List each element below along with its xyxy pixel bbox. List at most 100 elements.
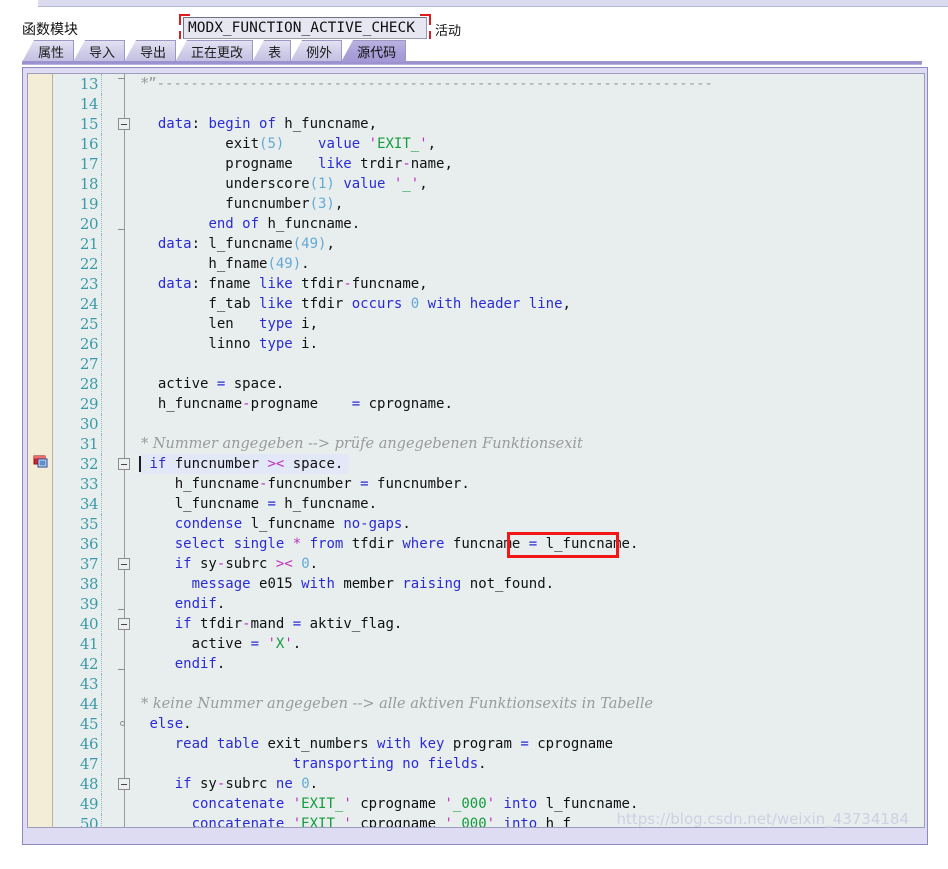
tab-bar: 属性 导入 导出 正在更改 表 例外 源代码 <box>0 39 948 65</box>
code-line[interactable]: 16 exit(5) value 'EXIT_', <box>28 134 924 154</box>
code-text[interactable]: data: begin of h_funcname, <box>141 114 383 134</box>
code-text[interactable]: endif. <box>141 594 231 614</box>
tab-label: 表 <box>268 46 282 61</box>
code-lines-container[interactable]: 13 *”------------------------------------… <box>28 74 924 827</box>
code-line[interactable]: 21 data: l_funcname(49), <box>28 234 924 254</box>
code-line[interactable]: 20 end of h_funcname. <box>28 214 924 234</box>
code-line[interactable]: 14 <box>28 94 924 114</box>
code-text[interactable]: else. <box>141 714 198 734</box>
code-line[interactable]: 48 if sy-subrc ne 0. <box>28 774 924 794</box>
code-line[interactable]: 37 if sy-subrc >< 0. <box>28 554 924 574</box>
code-line[interactable]: 35 condense l_funcname no-gaps. <box>28 514 924 534</box>
code-line[interactable]: 33 h_funcname-funcnumber = funcnumber. <box>28 474 924 494</box>
code-text[interactable] <box>141 94 155 114</box>
header-row: 函数模块 活动 <box>0 7 948 42</box>
code-text[interactable]: transporting no fields. <box>141 754 493 774</box>
code-line[interactable]: 42 endif. <box>28 654 924 674</box>
fold-branch-icon[interactable] <box>120 721 125 726</box>
code-line[interactable]: 43 <box>28 674 924 694</box>
code-text[interactable]: active = space. <box>141 374 290 394</box>
code-text[interactable]: funcnumber(3), <box>141 194 349 214</box>
tab-source-code[interactable]: 源代码 <box>341 40 407 62</box>
tab-import[interactable]: 导入 <box>73 40 126 62</box>
code-text[interactable]: f_tab like tfdir occurs 0 with header li… <box>141 294 577 314</box>
code-text[interactable]: if sy-subrc ne 0. <box>141 774 324 794</box>
fold-collapse-icon[interactable] <box>118 618 130 630</box>
code-line[interactable]: 31 * Nummer angegeben --> prüfe angegeben… <box>28 434 924 454</box>
line-number: 31 <box>79 435 99 453</box>
tab-export[interactable]: 导出 <box>124 40 177 62</box>
code-text[interactable]: underscore(1) value '_', <box>141 174 434 194</box>
code-line[interactable]: 24 f_tab like tfdir occurs 0 with header… <box>28 294 924 314</box>
tab-tables[interactable]: 表 <box>252 40 292 62</box>
code-text[interactable]: len type i, <box>141 314 324 334</box>
code-line[interactable]: 46 read table exit_numbers with key prog… <box>28 734 924 754</box>
bookmark-icon[interactable] <box>33 454 49 469</box>
code-text[interactable]: condense l_funcname no-gaps. <box>141 514 417 534</box>
code-text[interactable] <box>141 674 155 694</box>
code-text[interactable]: exit(5) value 'EXIT_', <box>141 134 442 154</box>
fold-collapse-icon[interactable] <box>118 458 130 470</box>
code-line[interactable]: 36 select single * from tfdir where func… <box>28 534 924 554</box>
code-text[interactable]: active = 'X'. <box>141 634 307 654</box>
line-number-separator <box>101 694 103 714</box>
code-text[interactable] <box>141 354 155 374</box>
code-line[interactable]: 13 *”------------------------------------… <box>28 74 924 94</box>
code-text[interactable]: h_funcname-funcnumber = funcnumber. <box>141 474 476 494</box>
code-line[interactable]: 15 data: begin of h_funcname, <box>28 114 924 134</box>
code-text[interactable]: h_funcname-progname = cprogname. <box>141 394 459 414</box>
code-text[interactable]: * Nummer angegeben --> prüfe angegebenen… <box>141 434 589 454</box>
code-text[interactable]: endif. <box>141 654 231 674</box>
fold-collapse-icon[interactable] <box>118 118 130 130</box>
fold-guide-line <box>124 214 125 234</box>
code-line[interactable]: 45 else. <box>28 714 924 734</box>
code-line[interactable]: 34 l_funcname = h_funcname. <box>28 494 924 514</box>
line-number-separator <box>101 534 103 554</box>
code-line[interactable]: 40 if tfdir-mand = aktiv_flag. <box>28 614 924 634</box>
code-text[interactable]: progname like trdir-name, <box>141 154 459 174</box>
code-text[interactable]: if sy-subrc >< 0. <box>141 554 324 574</box>
code-text[interactable]: data: l_funcname(49), <box>141 234 341 254</box>
code-line[interactable]: 44 * keine Nummer angegeben --> alle akti… <box>28 694 924 714</box>
tab-changing[interactable]: 正在更改 <box>175 40 254 62</box>
code-line[interactable]: 23 data: fname like tfdir-funcname, <box>28 274 924 294</box>
code-text[interactable]: if tfdir-mand = aktiv_flag. <box>141 614 408 634</box>
code-line[interactable]: 25 len type i, <box>28 314 924 334</box>
tab-exceptions[interactable]: 例外 <box>290 40 343 62</box>
code-text[interactable]: message e015 with member raising not_fou… <box>141 574 560 594</box>
code-editor[interactable]: 13 *”------------------------------------… <box>27 73 925 828</box>
code-text[interactable]: h_fname(49). <box>141 254 316 274</box>
code-text[interactable]: select single * from tfdir where funcnam… <box>141 534 644 554</box>
code-text[interactable]: concatenate 'EXIT_' cprogname '_000' int… <box>141 794 644 814</box>
code-line[interactable]: 27 <box>28 354 924 374</box>
line-number: 16 <box>79 135 99 153</box>
code-line[interactable]: 29 h_funcname-progname = cprogname. <box>28 394 924 414</box>
code-text[interactable]: read table exit_numbers with key program… <box>141 734 619 754</box>
tab-attributes[interactable]: 属性 <box>22 40 75 62</box>
code-line[interactable]: 19 funcnumber(3), <box>28 194 924 214</box>
code-line[interactable]: 18 underscore(1) value '_', <box>28 174 924 194</box>
code-line[interactable]: 32 if funcnumber >< space. <box>28 454 924 474</box>
code-text[interactable]: * keine Nummer angegeben --> alle aktive… <box>141 694 659 714</box>
code-line[interactable]: 38 message e015 with member raising not_… <box>28 574 924 594</box>
code-text[interactable]: *”--------------------------------------… <box>141 74 719 94</box>
code-line[interactable]: 41 active = 'X'. <box>28 634 924 654</box>
code-text[interactable]: data: fname like tfdir-funcname, <box>141 274 434 294</box>
code-line[interactable]: 39 endif. <box>28 594 924 614</box>
code-line[interactable]: 47 transporting no fields. <box>28 754 924 774</box>
code-text[interactable] <box>141 414 155 434</box>
code-line[interactable]: 22 h_fname(49). <box>28 254 924 274</box>
code-line[interactable]: 30 <box>28 414 924 434</box>
fold-collapse-icon[interactable] <box>118 778 130 790</box>
code-text[interactable]: linno type i. <box>141 334 324 354</box>
function-name-input[interactable] <box>183 17 427 39</box>
fold-collapse-icon[interactable] <box>118 558 130 570</box>
code-line[interactable]: 28 active = space. <box>28 374 924 394</box>
code-text[interactable]: l_funcname = h_funcname. <box>141 494 383 514</box>
code-line[interactable]: 26 linno type i. <box>28 334 924 354</box>
code-text[interactable]: if funcnumber >< space. <box>141 454 350 474</box>
code-line[interactable]: 17 progname like trdir-name, <box>28 154 924 174</box>
line-number: 32 <box>79 455 99 473</box>
code-text[interactable]: concatenate 'EXIT_' cprogname '_000' int… <box>141 814 577 827</box>
code-text[interactable]: end of h_funcname. <box>141 214 366 234</box>
